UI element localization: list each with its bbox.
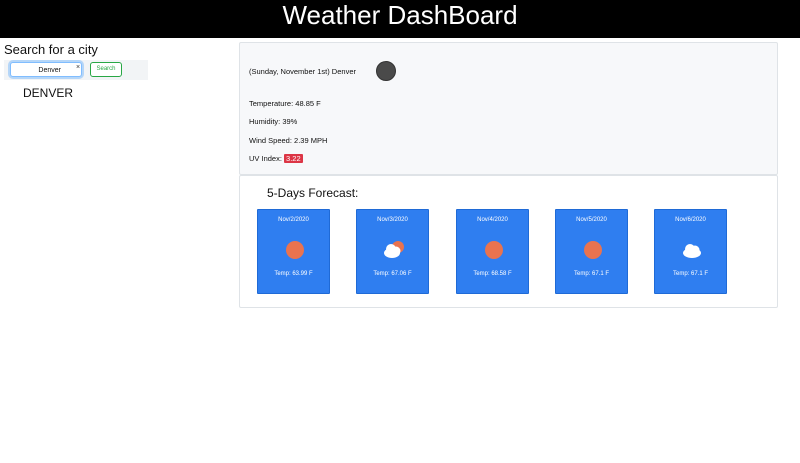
forecast-date: Nov/2/2020 bbox=[278, 217, 309, 223]
forecast-date: Nov/3/2020 bbox=[377, 217, 408, 223]
clear-icon[interactable]: × bbox=[76, 64, 80, 71]
humidity-text: Humidity: 39% bbox=[249, 117, 298, 126]
uv-index-badge: 3.22 bbox=[284, 154, 303, 163]
history-item-denver[interactable]: DENVER bbox=[23, 86, 73, 100]
forecast-temp: Temp: 67.1 F bbox=[573, 271, 609, 277]
forecast-title: 5-Days Forecast: bbox=[267, 186, 359, 200]
uv-index-row: UV Index: 3.22 bbox=[249, 154, 303, 163]
cloud-icon bbox=[683, 244, 701, 258]
uv-index-label: UV Index: bbox=[249, 154, 282, 163]
forecast-card: Nov/2/2020 Temp: 63.99 F bbox=[257, 209, 330, 294]
partly-cloudy-icon bbox=[384, 241, 404, 258]
sun-icon bbox=[286, 241, 304, 259]
app-title: Weather DashBoard bbox=[282, 0, 518, 30]
city-search-input[interactable]: Denver bbox=[10, 62, 82, 77]
forecast-temp: Temp: 63.99 F bbox=[274, 271, 313, 277]
dark-circle-icon bbox=[376, 61, 396, 81]
forecast-date: Nov/6/2020 bbox=[675, 217, 706, 223]
search-title: Search for a city bbox=[4, 42, 98, 57]
forecast-temp: Temp: 67.06 F bbox=[373, 271, 412, 277]
sun-icon bbox=[584, 241, 602, 259]
search-button[interactable]: Search bbox=[90, 62, 122, 77]
app-header: Weather DashBoard bbox=[0, 0, 800, 38]
forecast-card: Nov/3/2020 Temp: 67.06 F bbox=[356, 209, 429, 294]
forecast-card: Nov/4/2020 Temp: 68.58 F bbox=[456, 209, 529, 294]
forecast-temp: Temp: 67.1 F bbox=[672, 271, 708, 277]
sun-icon bbox=[485, 241, 503, 259]
forecast-card: Nov/5/2020 Temp: 67.1 F bbox=[555, 209, 628, 294]
forecast-date: Nov/4/2020 bbox=[477, 217, 508, 223]
forecast-card: Nov/6/2020 Temp: 67.1 F bbox=[654, 209, 727, 294]
current-weather-panel: (Sunday, November 1st) Denver Temperatur… bbox=[239, 42, 778, 175]
forecast-date: Nov/5/2020 bbox=[576, 217, 607, 223]
wind-speed-text: Wind Speed: 2.39 MPH bbox=[249, 136, 328, 145]
current-city-title: (Sunday, November 1st) Denver bbox=[249, 67, 356, 76]
search-box: Denver × Search bbox=[4, 60, 148, 80]
forecast-temp: Temp: 68.58 F bbox=[473, 271, 512, 277]
temperature-text: Temperature: 48.85 F bbox=[249, 99, 321, 108]
forecast-panel: 5-Days Forecast: Nov/2/2020 Temp: 63.99 … bbox=[239, 175, 778, 308]
